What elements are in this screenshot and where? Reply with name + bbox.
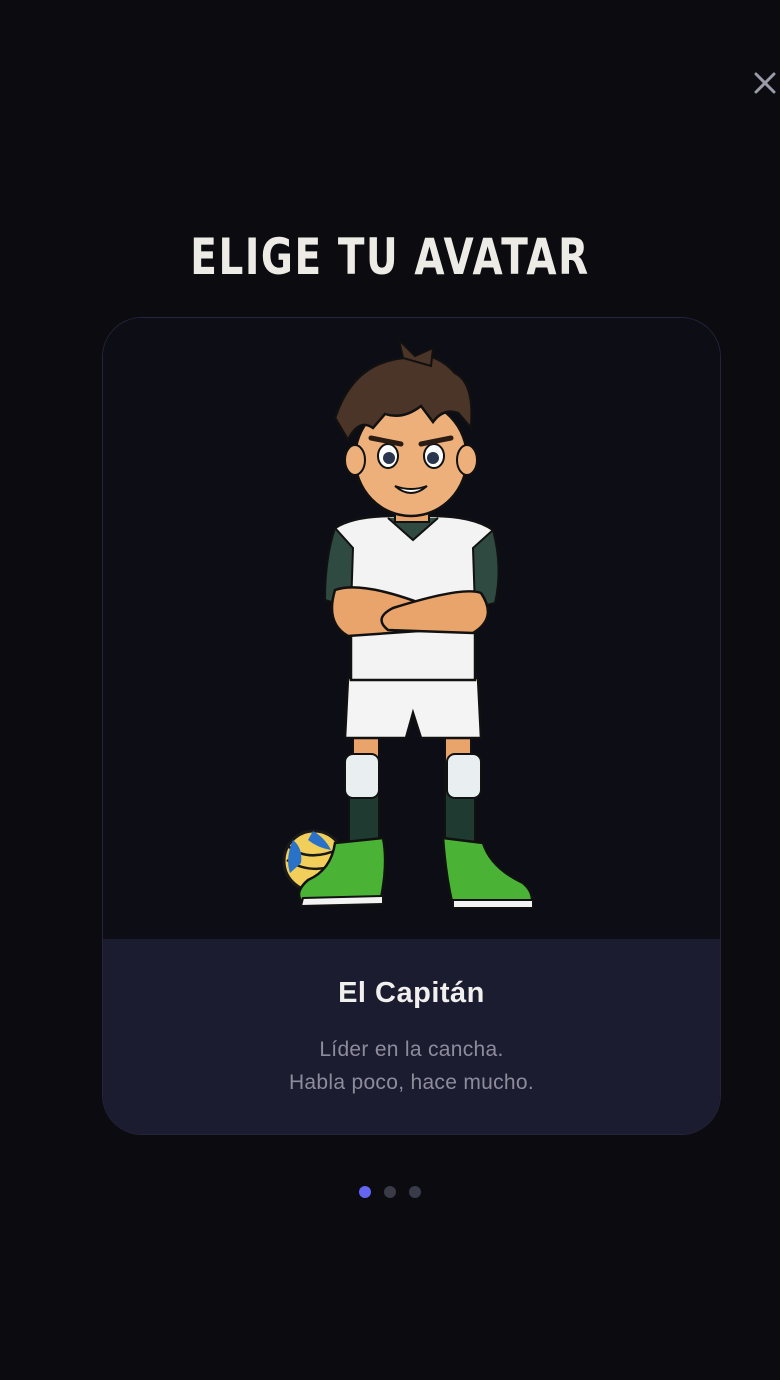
avatar-description-line-1: Líder en la cancha. [319,1038,504,1061]
pagination-dots [0,1186,780,1198]
avatar-illustration [103,318,720,939]
pagination-dot-2[interactable] [384,1186,396,1198]
pagination-dot-1[interactable] [359,1186,371,1198]
avatar-picker-screen: ELIGE TU AVATAR El Capitán Líder en la c… [0,0,780,1380]
page-title: ELIGE TU AVATAR [190,228,590,286]
close-icon [754,72,776,94]
avatar-card[interactable]: El Capitán Líder en la cancha. Habla poc… [102,317,721,1135]
avatar-info-panel: El Capitán Líder en la cancha. Habla poc… [103,939,720,1134]
close-button[interactable] [746,64,780,102]
avatar-name: El Capitán [338,977,485,1009]
pagination-dot-3[interactable] [409,1186,421,1198]
avatar-description-line-2: Habla poco, hace mucho. [288,1071,535,1094]
